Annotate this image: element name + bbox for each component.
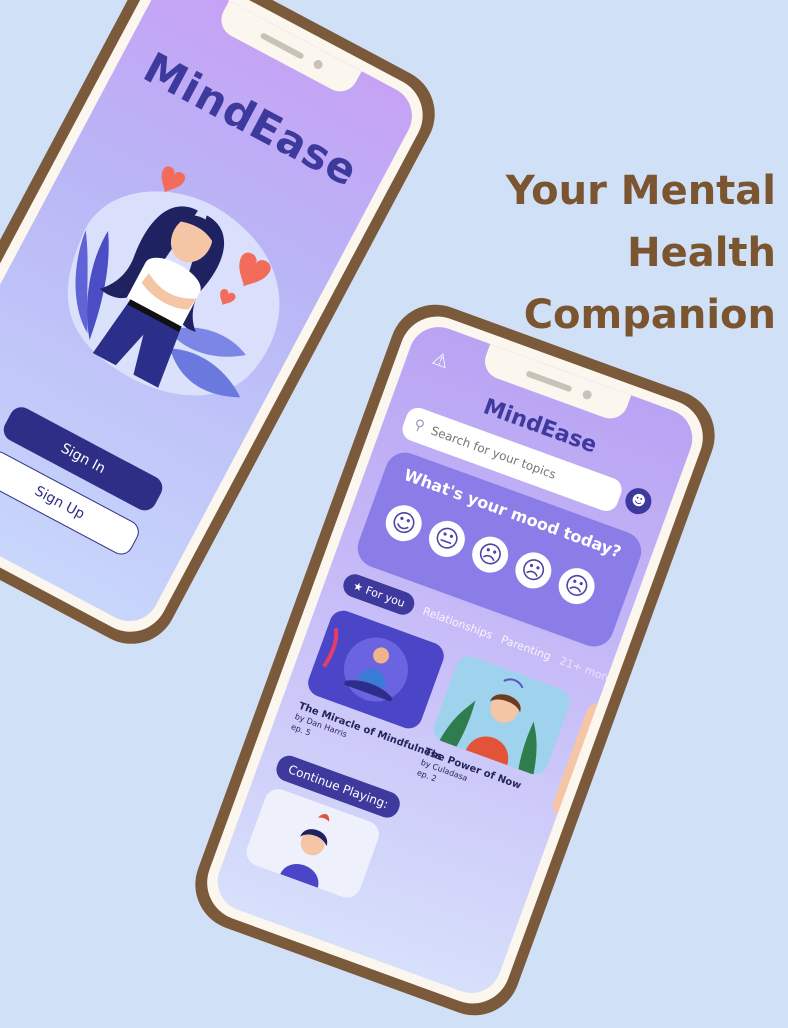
speaker-grille <box>259 32 305 60</box>
tab-more[interactable]: 21+ more <box>558 654 614 685</box>
content-card[interactable]: The Miracle of Mindfulness by Dan Harris… <box>289 606 448 773</box>
tab-relationships[interactable]: Relationships <box>421 605 494 642</box>
speaker-grille <box>525 370 573 393</box>
camera-dot <box>312 58 325 71</box>
home-screen: ⚠ MindEase ☻ ⚲ What's your mood today? ☺… <box>209 318 701 1002</box>
profile-icon[interactable]: ☻ <box>621 484 656 518</box>
mood-very-sad-icon[interactable]: ☹ <box>553 563 600 610</box>
camera-dot <box>581 388 593 401</box>
search-icon: ⚲ <box>411 416 427 435</box>
content-card[interactable]: The Power of Now by Culadasa ep. 2 <box>415 652 574 819</box>
mood-neutral-icon[interactable]: 😐 <box>423 515 470 563</box>
headline-line-2: Health <box>627 230 776 276</box>
headline: Your Mental Health Companion <box>446 160 776 346</box>
tab-for-you-label: For you <box>363 583 407 610</box>
tab-parenting[interactable]: Parenting <box>499 633 553 663</box>
headline-line-1: Your Mental <box>505 168 776 214</box>
phone-notch <box>215 0 362 98</box>
mood-selector: ☺ 😐 ☹ ☹ ☹ <box>380 500 600 610</box>
mood-happy-icon[interactable]: ☺ <box>380 500 427 547</box>
mood-sad-icon[interactable]: ☹ <box>510 547 557 594</box>
woman-hug-illustration <box>67 166 280 398</box>
alarm-icon[interactable]: ⚠ <box>426 347 454 375</box>
mood-unsure-icon[interactable]: ☹ <box>467 531 514 578</box>
